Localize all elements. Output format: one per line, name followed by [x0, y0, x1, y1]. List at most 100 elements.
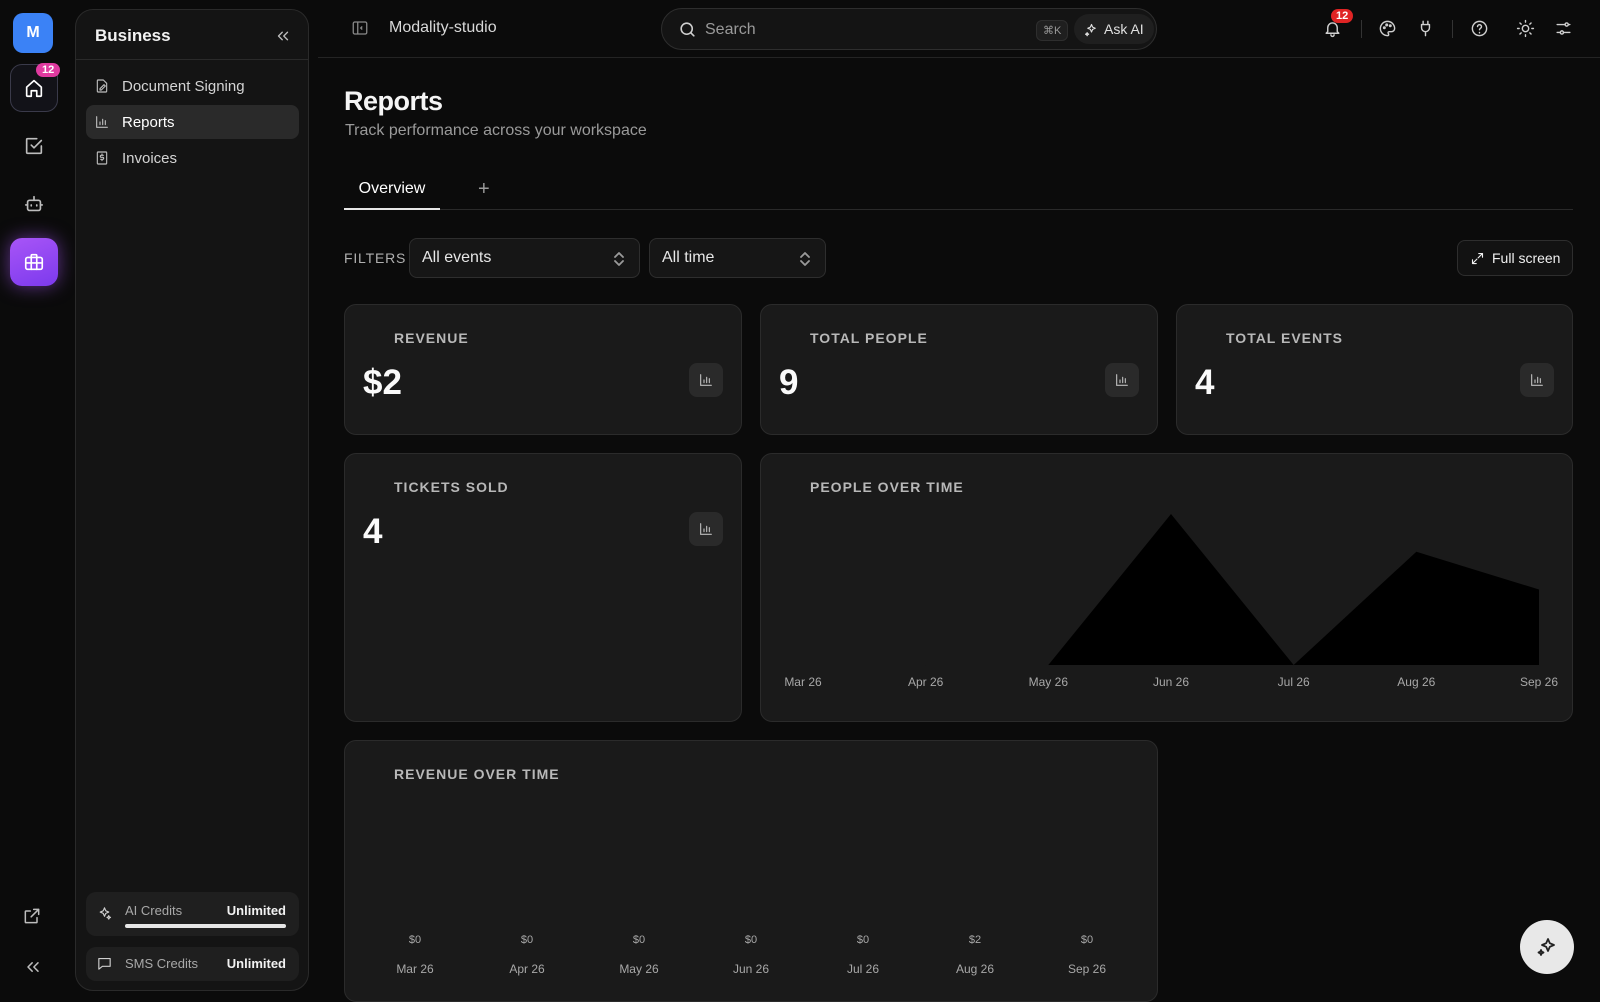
workspace-name[interactable]: Modality-studio [389, 19, 497, 37]
theme-toggle-button[interactable] [1516, 19, 1536, 39]
card-chart-button[interactable] [689, 363, 723, 397]
bot-icon [23, 193, 45, 215]
sidebar-item-label: Invoices [122, 150, 177, 167]
fullscreen-button[interactable]: Full screen [1457, 240, 1573, 276]
bot-button[interactable] [10, 180, 58, 228]
sidebar-item-label: Reports [122, 114, 175, 131]
card-chart-button[interactable] [689, 512, 723, 546]
bar-chart-icon [698, 372, 714, 388]
event-filter-value: All events [422, 249, 491, 266]
card-label: REVENUE [394, 330, 469, 346]
briefcase-icon [23, 251, 45, 273]
expand-icon [1470, 251, 1485, 266]
plug-icon [1416, 19, 1435, 38]
bar-data-label: $2 [969, 934, 981, 946]
chevron-up-down-icon [799, 251, 811, 272]
double-chevron-left-icon [274, 27, 292, 45]
search-bar[interactable]: Search ⌘K Ask AI [661, 8, 1157, 50]
ai-assistant-button[interactable] [1520, 920, 1574, 974]
workspace-avatar[interactable]: M [13, 13, 53, 53]
external-link-icon [22, 906, 42, 926]
total-events-card: TOTAL EVENTS 4 [1176, 304, 1573, 435]
message-icon [96, 955, 113, 977]
ask-ai-button[interactable]: Ask AI [1074, 14, 1154, 44]
tickets-sold-card: TICKETS SOLD 4 [344, 453, 742, 722]
people-over-time-card: PEOPLE OVER TIME Mar 26Apr 26May 26Jun 2… [760, 453, 1573, 722]
ai-credits-progress-fill [125, 924, 286, 928]
sparkle-icon [96, 905, 113, 927]
x-tick-label: Mar 26 [784, 675, 822, 689]
home-notification-badge: 12 [36, 63, 60, 77]
sun-icon [1516, 19, 1535, 38]
x-tick-label: Jul 26 [1278, 675, 1310, 689]
business-button[interactable] [10, 238, 58, 286]
bar-data-label: $0 [409, 934, 421, 946]
bar-data-label: $0 [1081, 934, 1093, 946]
event-filter-select[interactable]: All events [409, 238, 640, 278]
ai-credits-panel: AI Credits Unlimited [86, 892, 299, 936]
revenue-over-time-card: REVENUE OVER TIME $0Mar 26$0Apr 26$0May … [344, 740, 1158, 1002]
bar-chart-icon [94, 114, 110, 130]
sidebar-item-reports[interactable]: Reports [86, 105, 299, 139]
card-chart-button[interactable] [1105, 363, 1139, 397]
people-over-time-chart: Mar 26Apr 26May 26Jun 26Jul 26Aug 26Sep … [761, 454, 1573, 722]
search-input[interactable]: Search [705, 21, 756, 39]
document-sign-icon [94, 78, 110, 94]
x-tick-label: Apr 26 [908, 675, 944, 689]
card-label: TICKETS SOLD [394, 479, 509, 495]
double-chevron-left-icon [23, 957, 43, 977]
toggle-panel-button[interactable] [351, 19, 369, 42]
toolbar-divider [1452, 20, 1453, 38]
theme-palette-button[interactable] [1378, 19, 1398, 39]
settings-button[interactable] [1554, 19, 1574, 39]
sidebar-collapse-button[interactable] [274, 27, 294, 47]
ai-credits-label: AI Credits [125, 903, 182, 918]
x-tick-label: Apr 26 [509, 962, 545, 976]
sliders-icon [1554, 19, 1573, 38]
help-button[interactable] [1470, 19, 1490, 39]
sms-credits-panel: SMS Credits Unlimited [86, 947, 299, 981]
time-filter-select[interactable]: All time [649, 238, 826, 278]
card-label: TOTAL EVENTS [1226, 330, 1343, 346]
chevron-up-down-icon [613, 251, 625, 272]
collapse-rail-button[interactable] [23, 957, 43, 982]
home-icon [23, 77, 45, 99]
top-bar: Modality-studio Search ⌘K Ask AI 12 [318, 0, 1600, 58]
sidebar-item-invoices[interactable]: Invoices [86, 141, 299, 175]
open-external-button[interactable] [22, 906, 42, 931]
tasks-button[interactable] [10, 122, 58, 170]
bar-data-label: $0 [521, 934, 533, 946]
add-tab-button[interactable]: + [478, 178, 490, 201]
page-title: Reports [344, 86, 443, 117]
integrations-button[interactable] [1416, 19, 1436, 39]
card-value: 9 [779, 363, 798, 403]
x-tick-label: May 26 [619, 962, 659, 976]
bar-chart-icon [1529, 372, 1545, 388]
icon-rail: M 12 [0, 0, 66, 1000]
sms-credits-label: SMS Credits [125, 956, 198, 971]
sidebar-title: Business [95, 26, 171, 46]
x-tick-label: Jun 26 [733, 962, 769, 976]
invoice-icon [94, 150, 110, 166]
ai-credits-progress [125, 924, 286, 928]
revenue-card: REVENUE $2 [344, 304, 742, 435]
bar-data-label: $0 [745, 934, 757, 946]
search-shortcut: ⌘K [1036, 20, 1068, 41]
tab-overview[interactable]: Overview [344, 170, 440, 210]
sms-credits-value: Unlimited [227, 956, 286, 971]
toolbar-divider [1361, 20, 1362, 38]
revenue-over-time-chart: $0Mar 26$0Apr 26$0May 26$0Jun 26$0Jul 26… [345, 741, 1158, 1002]
ask-ai-label: Ask AI [1104, 21, 1144, 37]
total-people-card: TOTAL PEOPLE 9 [760, 304, 1158, 435]
sparkle-icon [1535, 935, 1559, 959]
sidebar-item-label: Document Signing [122, 78, 245, 95]
x-tick-label: Sep 26 [1068, 962, 1106, 976]
palette-icon [1378, 19, 1397, 38]
card-value: 4 [363, 512, 382, 552]
x-tick-label: Sep 26 [1520, 675, 1558, 689]
fullscreen-label: Full screen [1492, 250, 1560, 266]
tasks-icon [23, 135, 45, 157]
sidebar-item-document-signing[interactable]: Document Signing [86, 69, 299, 103]
card-chart-button[interactable] [1520, 363, 1554, 397]
bar-chart-icon [698, 521, 714, 537]
